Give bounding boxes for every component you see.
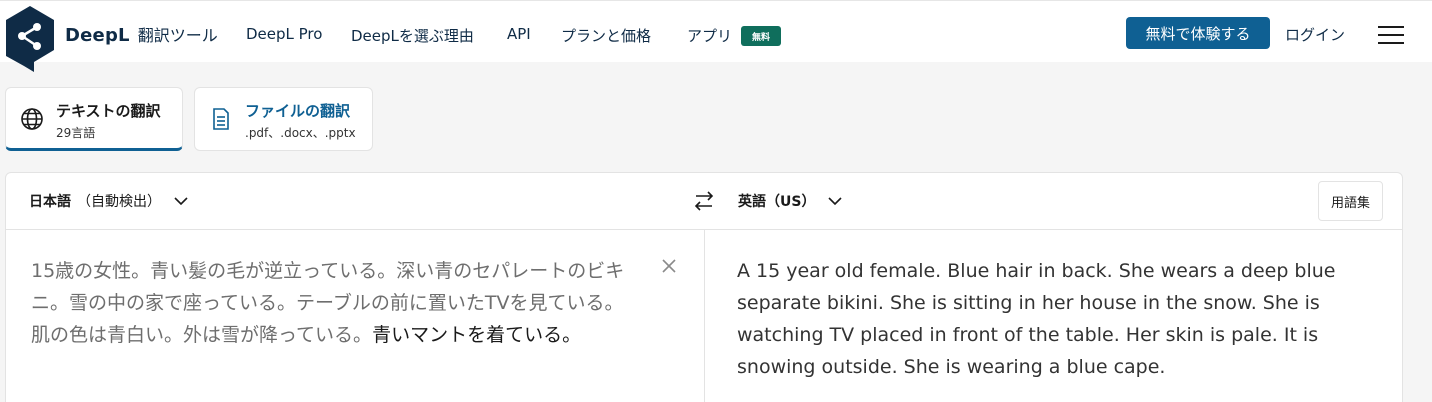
hamburger-line [1378,42,1404,44]
close-icon[interactable] [660,257,678,275]
glossary-button[interactable]: 用語集 [1318,181,1383,221]
tab-file-title: ファイルの翻訳 [245,102,351,120]
login-link[interactable]: ログイン [1285,24,1345,45]
hamburger-line [1378,34,1404,36]
nav-deepl-pro[interactable]: DeepL Pro [246,25,322,43]
tab-file-subtitle: .pdf、.docx、.pptx [245,126,356,140]
translator-panel: 日本語 （自動検出） 英語（US） 用語集 15歳の女性。青い髪の毛が逆立ってい… [5,172,1403,402]
chevron-down-icon [828,197,843,206]
panel-divider [704,230,705,402]
brand-name: DeepL [65,25,130,46]
language-bar: 日本語 （自動検出） 英語（US） 用語集 [6,173,1402,230]
target-text-output[interactable]: A 15 year old female. Blue hair in back.… [737,255,1377,383]
target-language-select[interactable]: 英語（US） [738,191,843,211]
source-text-highlight: 青いマントを着ている。 [372,324,582,346]
chevron-down-icon [174,197,188,206]
top-header: DeepL 翻訳ツール DeepL Pro DeepLを選ぶ理由 API プラン… [0,0,1432,72]
free-trial-button[interactable]: 無料で体験する [1126,17,1270,49]
nav-apps[interactable]: アプリ [687,25,732,46]
source-language-select[interactable]: 日本語 （自動検出） [29,191,189,211]
hamburger-icon[interactable] [1378,26,1404,44]
tab-text-translation[interactable]: テキストの翻訳 29言語 [5,87,183,151]
source-text-input[interactable]: 15歳の女性。青い髪の毛が逆立っている。深い青のセパレートのビキニ。雪の中の家で… [31,255,636,351]
target-language-name: 英語（US） [738,194,816,210]
nav-why-deepl[interactable]: DeepLを選ぶ理由 [351,25,474,46]
tab-text-subtitle: 29言語 [56,126,96,140]
source-language-name: 日本語 [29,194,71,210]
brand-subtitle: 翻訳ツール [137,26,218,45]
hamburger-line [1378,26,1404,28]
swap-languages-icon[interactable] [692,190,716,212]
nav-api[interactable]: API [507,25,531,43]
document-icon [213,108,229,130]
brand[interactable]: DeepL 翻訳ツール [65,22,218,46]
nav-pricing[interactable]: プランと価格 [561,25,651,46]
globe-icon [21,108,43,130]
free-badge: 無料 [741,26,781,46]
deepl-logo-icon[interactable] [4,6,56,72]
auto-detect-note: （自動検出） [77,194,161,210]
tab-file-translation[interactable]: ファイルの翻訳 .pdf、.docx、.pptx [194,87,373,151]
tab-text-title: テキストの翻訳 [56,102,161,120]
